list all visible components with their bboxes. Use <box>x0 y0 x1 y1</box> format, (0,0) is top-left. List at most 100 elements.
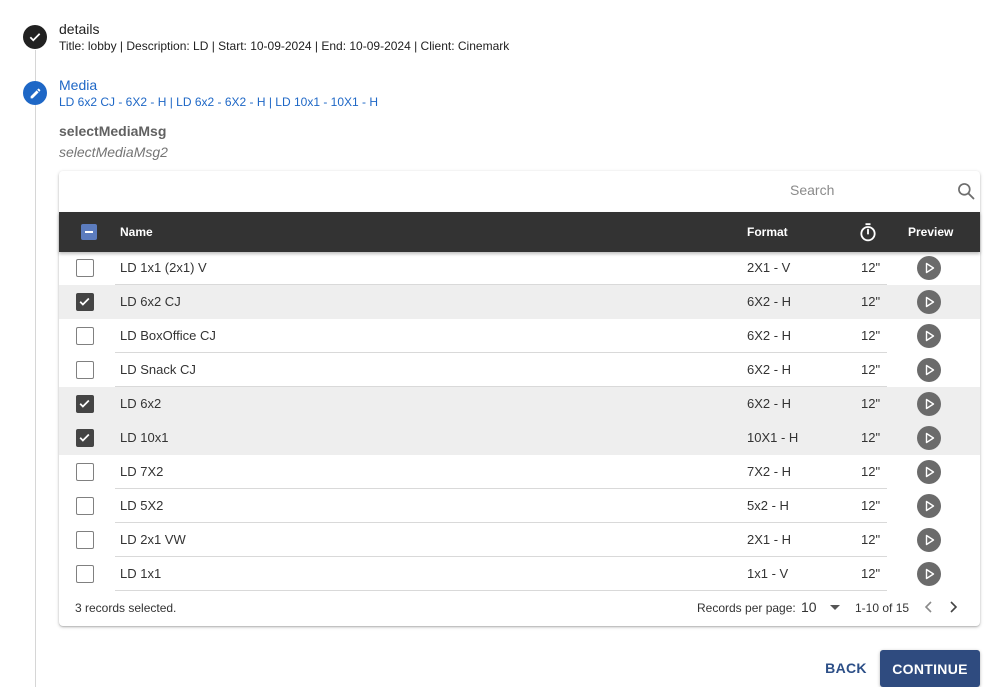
column-header-name[interactable]: Name <box>120 212 153 252</box>
check-icon <box>29 33 41 42</box>
media-format: 5x2 - H <box>747 498 789 513</box>
media-duration: 12" <box>861 260 881 275</box>
row-checkbox[interactable] <box>76 361 94 379</box>
preview-button[interactable] <box>917 392 941 416</box>
media-format: 1x1 - V <box>747 566 789 581</box>
table-row[interactable]: LD BoxOffice CJ 6X2 - H 12" <box>59 319 980 353</box>
row-checkbox[interactable] <box>76 497 94 515</box>
media-duration: 12" <box>861 498 881 513</box>
media-table-card: Name Format Preview LD 1x1 (2x1) V 2X1 - … <box>59 171 980 626</box>
media-duration: 12" <box>861 430 881 445</box>
media-format: 2X1 - V <box>747 260 791 275</box>
media-name: LD 1x1 <box>120 566 162 581</box>
preview-button[interactable] <box>917 358 941 382</box>
preview-button[interactable] <box>917 528 941 552</box>
chevron-right-icon[interactable] <box>947 600 959 614</box>
media-duration: 12" <box>861 396 881 411</box>
media-duration: 12" <box>861 328 881 343</box>
timer-icon <box>860 223 876 242</box>
preview-button[interactable] <box>917 426 941 450</box>
chevron-left-icon[interactable] <box>923 600 935 614</box>
select-all-checkbox[interactable] <box>81 224 97 240</box>
play-icon <box>925 568 935 580</box>
row-checkbox[interactable] <box>76 395 94 413</box>
media-format: 2X1 - H <box>747 532 792 547</box>
play-icon <box>925 398 935 410</box>
preview-button[interactable] <box>917 290 941 314</box>
records-per-page-select[interactable]: 10 <box>801 599 817 615</box>
media-name: LD 6x2 <box>120 396 162 411</box>
media-format: 10X1 - H <box>747 430 799 445</box>
step-completed-badge <box>23 25 47 49</box>
media-duration: 12" <box>861 464 881 479</box>
check-icon <box>79 433 90 442</box>
select-media-message: selectMediaMsg <box>59 123 167 139</box>
preview-button[interactable] <box>917 324 941 348</box>
row-checkbox[interactable] <box>76 463 94 481</box>
step-media-title: Media <box>59 77 98 93</box>
table-row[interactable]: LD 1x1 (2x1) V 2X1 - V 12" <box>59 251 980 285</box>
play-icon <box>925 432 935 444</box>
preview-button[interactable] <box>917 562 941 586</box>
search-bar <box>780 171 980 211</box>
media-format: 6X2 - H <box>747 328 792 343</box>
table-row[interactable]: LD 6x2 6X2 - H 12" <box>59 387 980 421</box>
column-header-preview: Preview <box>908 225 954 239</box>
records-per-page-label: Records per page: <box>697 601 796 615</box>
media-format: 6X2 - H <box>747 396 792 411</box>
row-checkbox[interactable] <box>76 565 94 583</box>
media-name: LD 6x2 CJ <box>120 294 181 309</box>
row-checkbox[interactable] <box>76 293 94 311</box>
continue-button[interactable]: CONTINUE <box>880 650 980 687</box>
play-icon <box>925 534 935 546</box>
media-duration: 12" <box>861 566 881 581</box>
media-name: LD 7X2 <box>120 464 164 479</box>
media-format: 6X2 - H <box>747 294 792 309</box>
stepper-line <box>35 50 36 687</box>
select-media-submessage: selectMediaMsg2 <box>59 144 168 160</box>
row-checkbox[interactable] <box>76 531 94 549</box>
play-icon <box>925 296 935 308</box>
table-row[interactable]: LD Snack CJ 6X2 - H 12" <box>59 353 980 387</box>
step-details-summary: Title: lobby | Description: LD | Start: … <box>59 39 510 53</box>
back-button[interactable]: BACK <box>818 651 874 685</box>
table-row[interactable]: LD 1x1 1x1 - V 12" <box>59 557 980 591</box>
step-details-title: details <box>59 21 100 37</box>
media-name: LD Snack CJ <box>120 362 196 377</box>
media-name: LD 1x1 (2x1) V <box>120 260 207 275</box>
pagination-range: 1-10 of 15 <box>855 601 910 615</box>
row-checkbox[interactable] <box>76 327 94 345</box>
media-format: 7X2 - H <box>747 464 792 479</box>
search-input[interactable] <box>788 179 938 201</box>
media-format: 6X2 - H <box>747 362 792 377</box>
pencil-icon <box>30 88 40 98</box>
search-icon[interactable] <box>956 181 976 201</box>
play-icon <box>925 466 935 478</box>
check-icon <box>79 297 90 306</box>
column-header-format[interactable]: Format <box>747 212 788 252</box>
media-duration: 12" <box>861 362 881 377</box>
selected-count: 3 records selected. <box>75 601 177 615</box>
media-name: LD 2x1 VW <box>120 532 186 547</box>
table-row[interactable]: LD 10x1 10X1 - H 12" <box>59 421 980 455</box>
play-icon <box>925 364 935 376</box>
media-duration: 12" <box>861 294 881 309</box>
row-checkbox[interactable] <box>76 259 94 277</box>
step-active-badge <box>23 81 47 105</box>
play-icon <box>925 500 935 512</box>
table-row[interactable]: LD 6x2 CJ 6X2 - H 12" <box>59 285 980 319</box>
media-name: LD 5X2 <box>120 498 164 513</box>
play-icon <box>925 262 935 274</box>
table-row[interactable]: LD 2x1 VW 2X1 - H 12" <box>59 523 980 557</box>
row-checkbox[interactable] <box>76 429 94 447</box>
preview-button[interactable] <box>917 494 941 518</box>
media-name: LD 10x1 <box>120 430 169 445</box>
step-media-summary: LD 6x2 CJ - 6X2 - H | LD 6x2 - 6X2 - H |… <box>59 95 379 109</box>
preview-button[interactable] <box>917 256 941 280</box>
dropdown-arrow-icon[interactable] <box>829 604 841 612</box>
preview-button[interactable] <box>917 460 941 484</box>
play-icon <box>925 330 935 342</box>
table-row[interactable]: LD 7X2 7X2 - H 12" <box>59 455 980 489</box>
table-row[interactable]: LD 5X2 5x2 - H 12" <box>59 489 980 523</box>
media-duration: 12" <box>861 532 881 547</box>
